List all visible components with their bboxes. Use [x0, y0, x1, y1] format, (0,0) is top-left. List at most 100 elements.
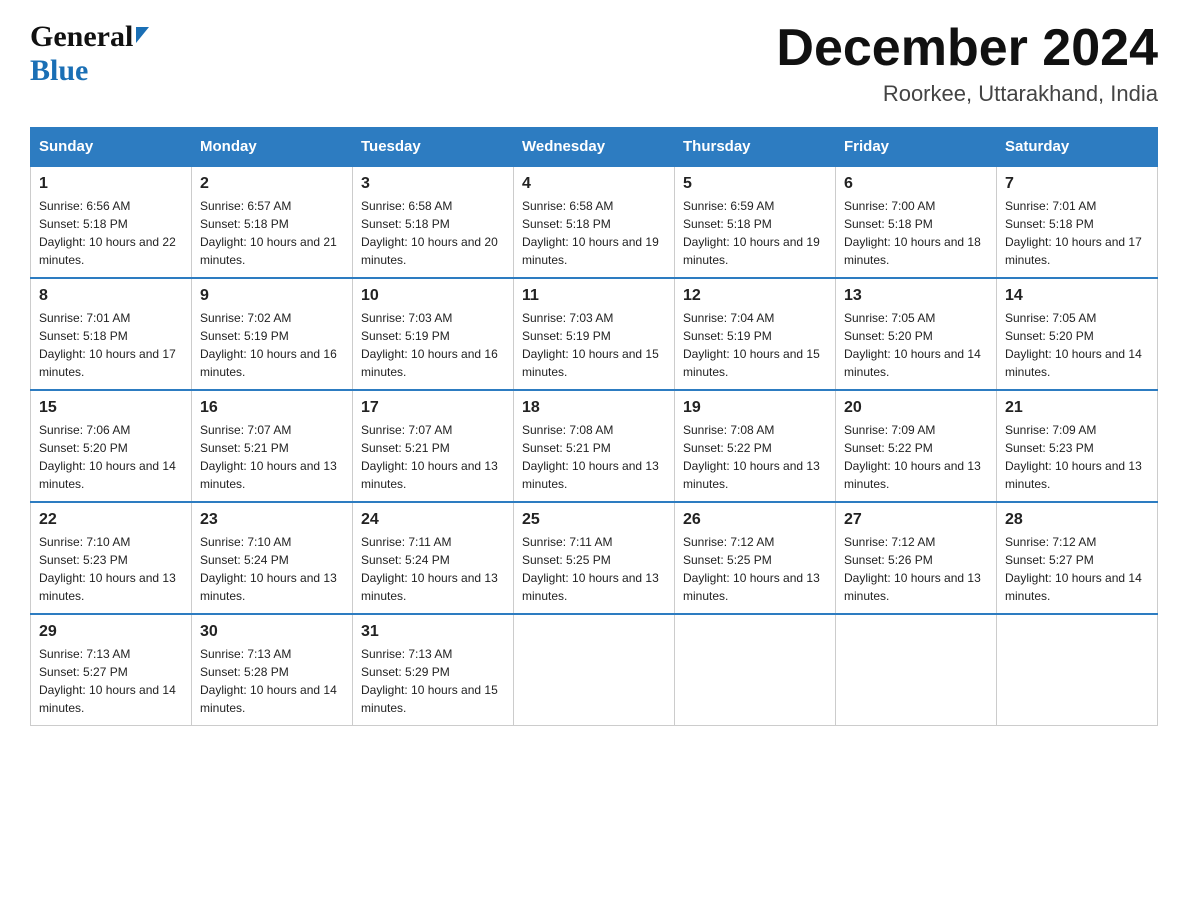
day-number: 21 — [1005, 399, 1149, 417]
month-title: December 2024 — [776, 20, 1158, 77]
day-number: 12 — [683, 287, 827, 305]
calendar-cell — [997, 614, 1158, 726]
calendar-cell — [514, 614, 675, 726]
calendar-cell: 24 Sunrise: 7:11 AMSunset: 5:24 PMDayligh… — [353, 502, 514, 614]
day-number: 19 — [683, 399, 827, 417]
day-info: Sunrise: 7:13 AMSunset: 5:28 PMDaylight:… — [200, 647, 337, 715]
day-info: Sunrise: 6:56 AMSunset: 5:18 PMDaylight:… — [39, 199, 176, 267]
day-info: Sunrise: 7:01 AMSunset: 5:18 PMDaylight:… — [39, 311, 176, 379]
day-number: 15 — [39, 399, 183, 417]
day-number: 2 — [200, 175, 344, 193]
calendar-week-row: 8 Sunrise: 7:01 AMSunset: 5:18 PMDaylight… — [31, 278, 1158, 390]
calendar-cell: 19 Sunrise: 7:08 AMSunset: 5:22 PMDayligh… — [675, 390, 836, 502]
day-info: Sunrise: 7:11 AMSunset: 5:25 PMDaylight:… — [522, 535, 659, 603]
day-info: Sunrise: 7:12 AMSunset: 5:26 PMDaylight:… — [844, 535, 981, 603]
calendar-cell: 2 Sunrise: 6:57 AMSunset: 5:18 PMDaylight… — [192, 166, 353, 278]
calendar-cell: 15Sunrise: 7:06 AMSunset: 5:20 PMDayligh… — [31, 390, 192, 502]
calendar-cell: 23 Sunrise: 7:10 AMSunset: 5:24 PMDayligh… — [192, 502, 353, 614]
day-info: Sunrise: 7:02 AMSunset: 5:19 PMDaylight:… — [200, 311, 337, 379]
calendar-cell: 6Sunrise: 7:00 AMSunset: 5:18 PMDaylight… — [836, 166, 997, 278]
title-area: December 2024 Roorkee, Uttarakhand, Indi… — [776, 20, 1158, 107]
calendar-cell: 18 Sunrise: 7:08 AMSunset: 5:21 PMDayligh… — [514, 390, 675, 502]
calendar-cell: 29 Sunrise: 7:13 AMSunset: 5:27 PMDayligh… — [31, 614, 192, 726]
calendar-cell: 20Sunrise: 7:09 AMSunset: 5:22 PMDayligh… — [836, 390, 997, 502]
calendar-cell: 3Sunrise: 6:58 AMSunset: 5:18 PMDaylight… — [353, 166, 514, 278]
calendar-cell: 10Sunrise: 7:03 AMSunset: 5:19 PMDayligh… — [353, 278, 514, 390]
day-info: Sunrise: 7:05 AMSunset: 5:20 PMDaylight:… — [1005, 311, 1142, 379]
calendar-cell: 11 Sunrise: 7:03 AMSunset: 5:19 PMDayligh… — [514, 278, 675, 390]
calendar-header-saturday: Saturday — [997, 128, 1158, 167]
calendar-header-wednesday: Wednesday — [514, 128, 675, 167]
calendar-cell: 16 Sunrise: 7:07 AMSunset: 5:21 PMDayligh… — [192, 390, 353, 502]
day-info: Sunrise: 7:11 AMSunset: 5:24 PMDaylight:… — [361, 535, 498, 603]
day-number: 5 — [683, 175, 827, 193]
calendar-week-row: 15Sunrise: 7:06 AMSunset: 5:20 PMDayligh… — [31, 390, 1158, 502]
day-number: 26 — [683, 511, 827, 529]
day-info: Sunrise: 7:13 AMSunset: 5:27 PMDaylight:… — [39, 647, 176, 715]
day-number: 9 — [200, 287, 344, 305]
day-number: 20 — [844, 399, 988, 417]
day-number: 4 — [522, 175, 666, 193]
day-info: Sunrise: 7:01 AMSunset: 5:18 PMDaylight:… — [1005, 199, 1142, 267]
location-title: Roorkee, Uttarakhand, India — [776, 81, 1158, 107]
calendar-header-sunday: Sunday — [31, 128, 192, 167]
calendar-week-row: 22Sunrise: 7:10 AMSunset: 5:23 PMDayligh… — [31, 502, 1158, 614]
day-number: 16 — [200, 399, 344, 417]
day-number: 29 — [39, 623, 183, 641]
day-info: Sunrise: 7:07 AMSunset: 5:21 PMDaylight:… — [361, 423, 498, 491]
day-number: 17 — [361, 399, 505, 417]
calendar-cell: 5Sunrise: 6:59 AMSunset: 5:18 PMDaylight… — [675, 166, 836, 278]
calendar-cell: 26 Sunrise: 7:12 AMSunset: 5:25 PMDayligh… — [675, 502, 836, 614]
logo-general-text: General — [30, 20, 133, 54]
day-info: Sunrise: 7:04 AMSunset: 5:19 PMDaylight:… — [683, 311, 820, 379]
calendar-cell: 21 Sunrise: 7:09 AMSunset: 5:23 PMDayligh… — [997, 390, 1158, 502]
day-number: 28 — [1005, 511, 1149, 529]
day-info: Sunrise: 7:09 AMSunset: 5:23 PMDaylight:… — [1005, 423, 1142, 491]
day-info: Sunrise: 7:10 AMSunset: 5:24 PMDaylight:… — [200, 535, 337, 603]
day-number: 18 — [522, 399, 666, 417]
day-number: 30 — [200, 623, 344, 641]
calendar-cell: 9 Sunrise: 7:02 AMSunset: 5:19 PMDaylight… — [192, 278, 353, 390]
day-number: 23 — [200, 511, 344, 529]
day-info: Sunrise: 7:12 AMSunset: 5:27 PMDaylight:… — [1005, 535, 1142, 603]
day-number: 24 — [361, 511, 505, 529]
calendar-cell: 27Sunrise: 7:12 AMSunset: 5:26 PMDayligh… — [836, 502, 997, 614]
day-number: 1 — [39, 175, 183, 193]
calendar-cell: 25Sunrise: 7:11 AMSunset: 5:25 PMDayligh… — [514, 502, 675, 614]
calendar-week-row: 29 Sunrise: 7:13 AMSunset: 5:27 PMDayligh… — [31, 614, 1158, 726]
calendar-cell: 4 Sunrise: 6:58 AMSunset: 5:18 PMDaylight… — [514, 166, 675, 278]
day-number: 11 — [522, 287, 666, 305]
day-number: 14 — [1005, 287, 1149, 305]
calendar-cell: 28 Sunrise: 7:12 AMSunset: 5:27 PMDayligh… — [997, 502, 1158, 614]
day-info: Sunrise: 7:00 AMSunset: 5:18 PMDaylight:… — [844, 199, 981, 267]
day-info: Sunrise: 7:07 AMSunset: 5:21 PMDaylight:… — [200, 423, 337, 491]
calendar-cell: 1 Sunrise: 6:56 AMSunset: 5:18 PMDaylight… — [31, 166, 192, 278]
calendar-header-friday: Friday — [836, 128, 997, 167]
day-info: Sunrise: 6:57 AMSunset: 5:18 PMDaylight:… — [200, 199, 337, 267]
day-info: Sunrise: 7:05 AMSunset: 5:20 PMDaylight:… — [844, 311, 981, 379]
calendar-cell: 31Sunrise: 7:13 AMSunset: 5:29 PMDayligh… — [353, 614, 514, 726]
day-number: 8 — [39, 287, 183, 305]
day-info: Sunrise: 7:12 AMSunset: 5:25 PMDaylight:… — [683, 535, 820, 603]
day-info: Sunrise: 7:03 AMSunset: 5:19 PMDaylight:… — [522, 311, 659, 379]
calendar-cell: 13Sunrise: 7:05 AMSunset: 5:20 PMDayligh… — [836, 278, 997, 390]
logo-blue-text: Blue — [30, 54, 88, 87]
day-info: Sunrise: 7:13 AMSunset: 5:29 PMDaylight:… — [361, 647, 498, 715]
logo: General Blue — [30, 20, 149, 88]
calendar-cell: 17 Sunrise: 7:07 AMSunset: 5:21 PMDayligh… — [353, 390, 514, 502]
page-header: General Blue December 2024 Roorkee, Utta… — [30, 20, 1158, 107]
day-info: Sunrise: 7:10 AMSunset: 5:23 PMDaylight:… — [39, 535, 176, 603]
calendar-cell: 8 Sunrise: 7:01 AMSunset: 5:18 PMDaylight… — [31, 278, 192, 390]
calendar-cell: 30 Sunrise: 7:13 AMSunset: 5:28 PMDayligh… — [192, 614, 353, 726]
day-info: Sunrise: 6:58 AMSunset: 5:18 PMDaylight:… — [361, 199, 498, 267]
calendar-cell: 7Sunrise: 7:01 AMSunset: 5:18 PMDaylight… — [997, 166, 1158, 278]
day-info: Sunrise: 7:08 AMSunset: 5:22 PMDaylight:… — [683, 423, 820, 491]
calendar-cell: 14 Sunrise: 7:05 AMSunset: 5:20 PMDayligh… — [997, 278, 1158, 390]
day-info: Sunrise: 6:58 AMSunset: 5:18 PMDaylight:… — [522, 199, 659, 267]
calendar-cell: 22Sunrise: 7:10 AMSunset: 5:23 PMDayligh… — [31, 502, 192, 614]
calendar-table: SundayMondayTuesdayWednesdayThursdayFrid… — [30, 127, 1158, 726]
calendar-header-tuesday: Tuesday — [353, 128, 514, 167]
day-info: Sunrise: 7:08 AMSunset: 5:21 PMDaylight:… — [522, 423, 659, 491]
calendar-week-row: 1 Sunrise: 6:56 AMSunset: 5:18 PMDaylight… — [31, 166, 1158, 278]
logo-triangle-icon — [136, 27, 149, 43]
